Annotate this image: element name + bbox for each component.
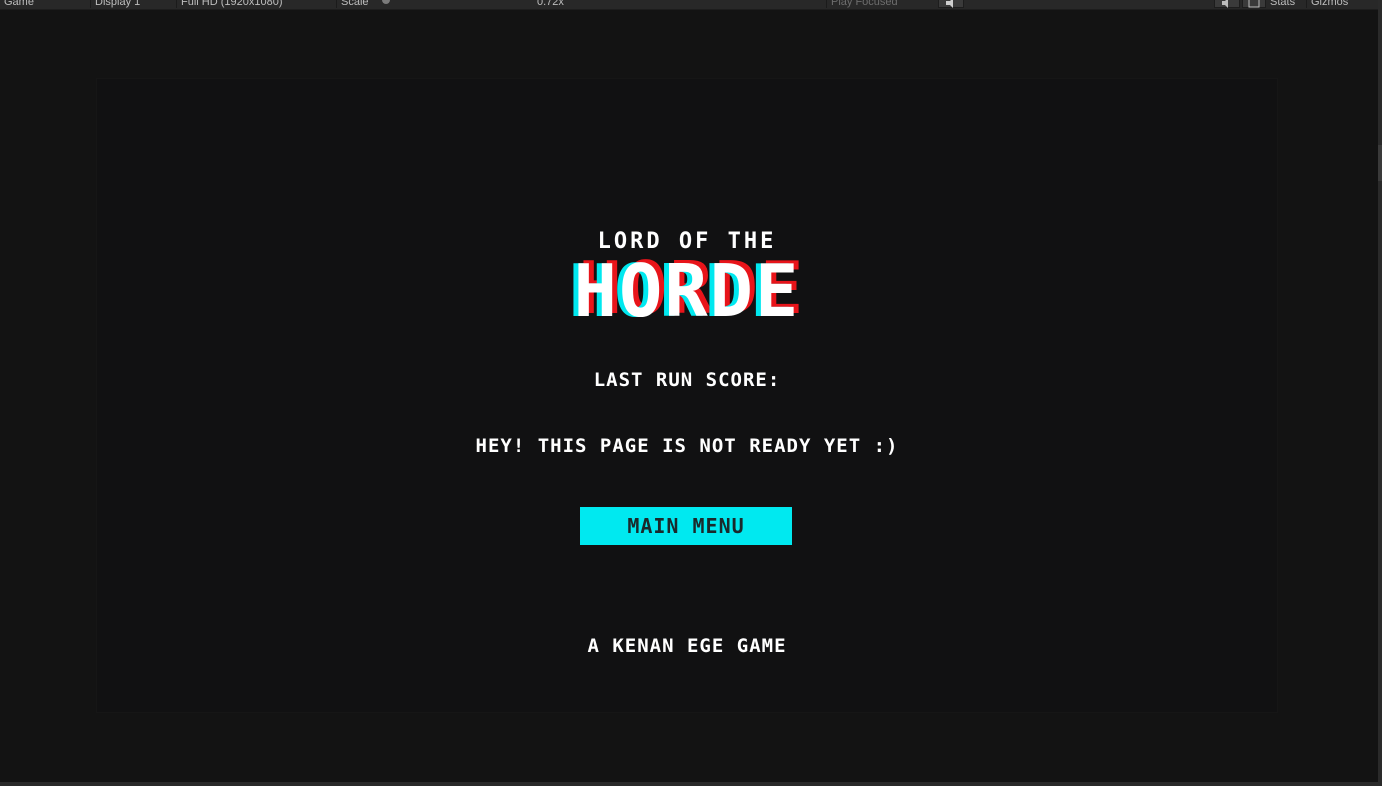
game-title-main: HORDE [573,249,801,333]
scale-slider-handle[interactable] [382,0,390,4]
display-dropdown[interactable]: Display 1 [90,0,176,8]
game-view-toolbar: Game Display 1 Full HD (1920x1080) Scale… [0,0,1378,10]
play-mode-dropdown[interactable]: Play Focused [826,0,938,8]
volume-icon [1222,0,1228,8]
not-ready-message: HEY! THIS PAGE IS NOT READY YET :) [475,435,899,457]
last-run-score-label: LAST RUN SCORE: [593,369,781,391]
scale-value: 0.72x [537,0,564,8]
window-bottom-edge [0,782,1382,786]
stats-button[interactable]: Stats [1266,0,1306,8]
unity-game-view: Game Display 1 Full HD (1920x1080) Scale… [0,0,1382,786]
gizmos-dropdown[interactable]: Gizmos [1306,0,1374,8]
mute-audio-button[interactable] [938,0,964,8]
speaker-icon [946,0,953,8]
main-menu-button[interactable]: MAIN MENU [580,507,792,545]
window-right-edge [1378,0,1382,786]
resolution-dropdown[interactable]: Full HD (1920x1080) [176,0,336,8]
frame-debugger-button[interactable] [1242,0,1266,8]
window-resize-handle[interactable] [1378,145,1382,181]
audio-button[interactable] [1214,0,1240,8]
game-canvas: LORD OF THE HORDE LAST RUN SCORE: HEY! T… [96,78,1278,713]
credit-text: A KENAN EGE GAME [587,635,787,657]
view-tab[interactable]: Game [0,0,90,8]
scale-label: Scale [336,0,376,8]
grid-icon [1248,0,1260,8]
